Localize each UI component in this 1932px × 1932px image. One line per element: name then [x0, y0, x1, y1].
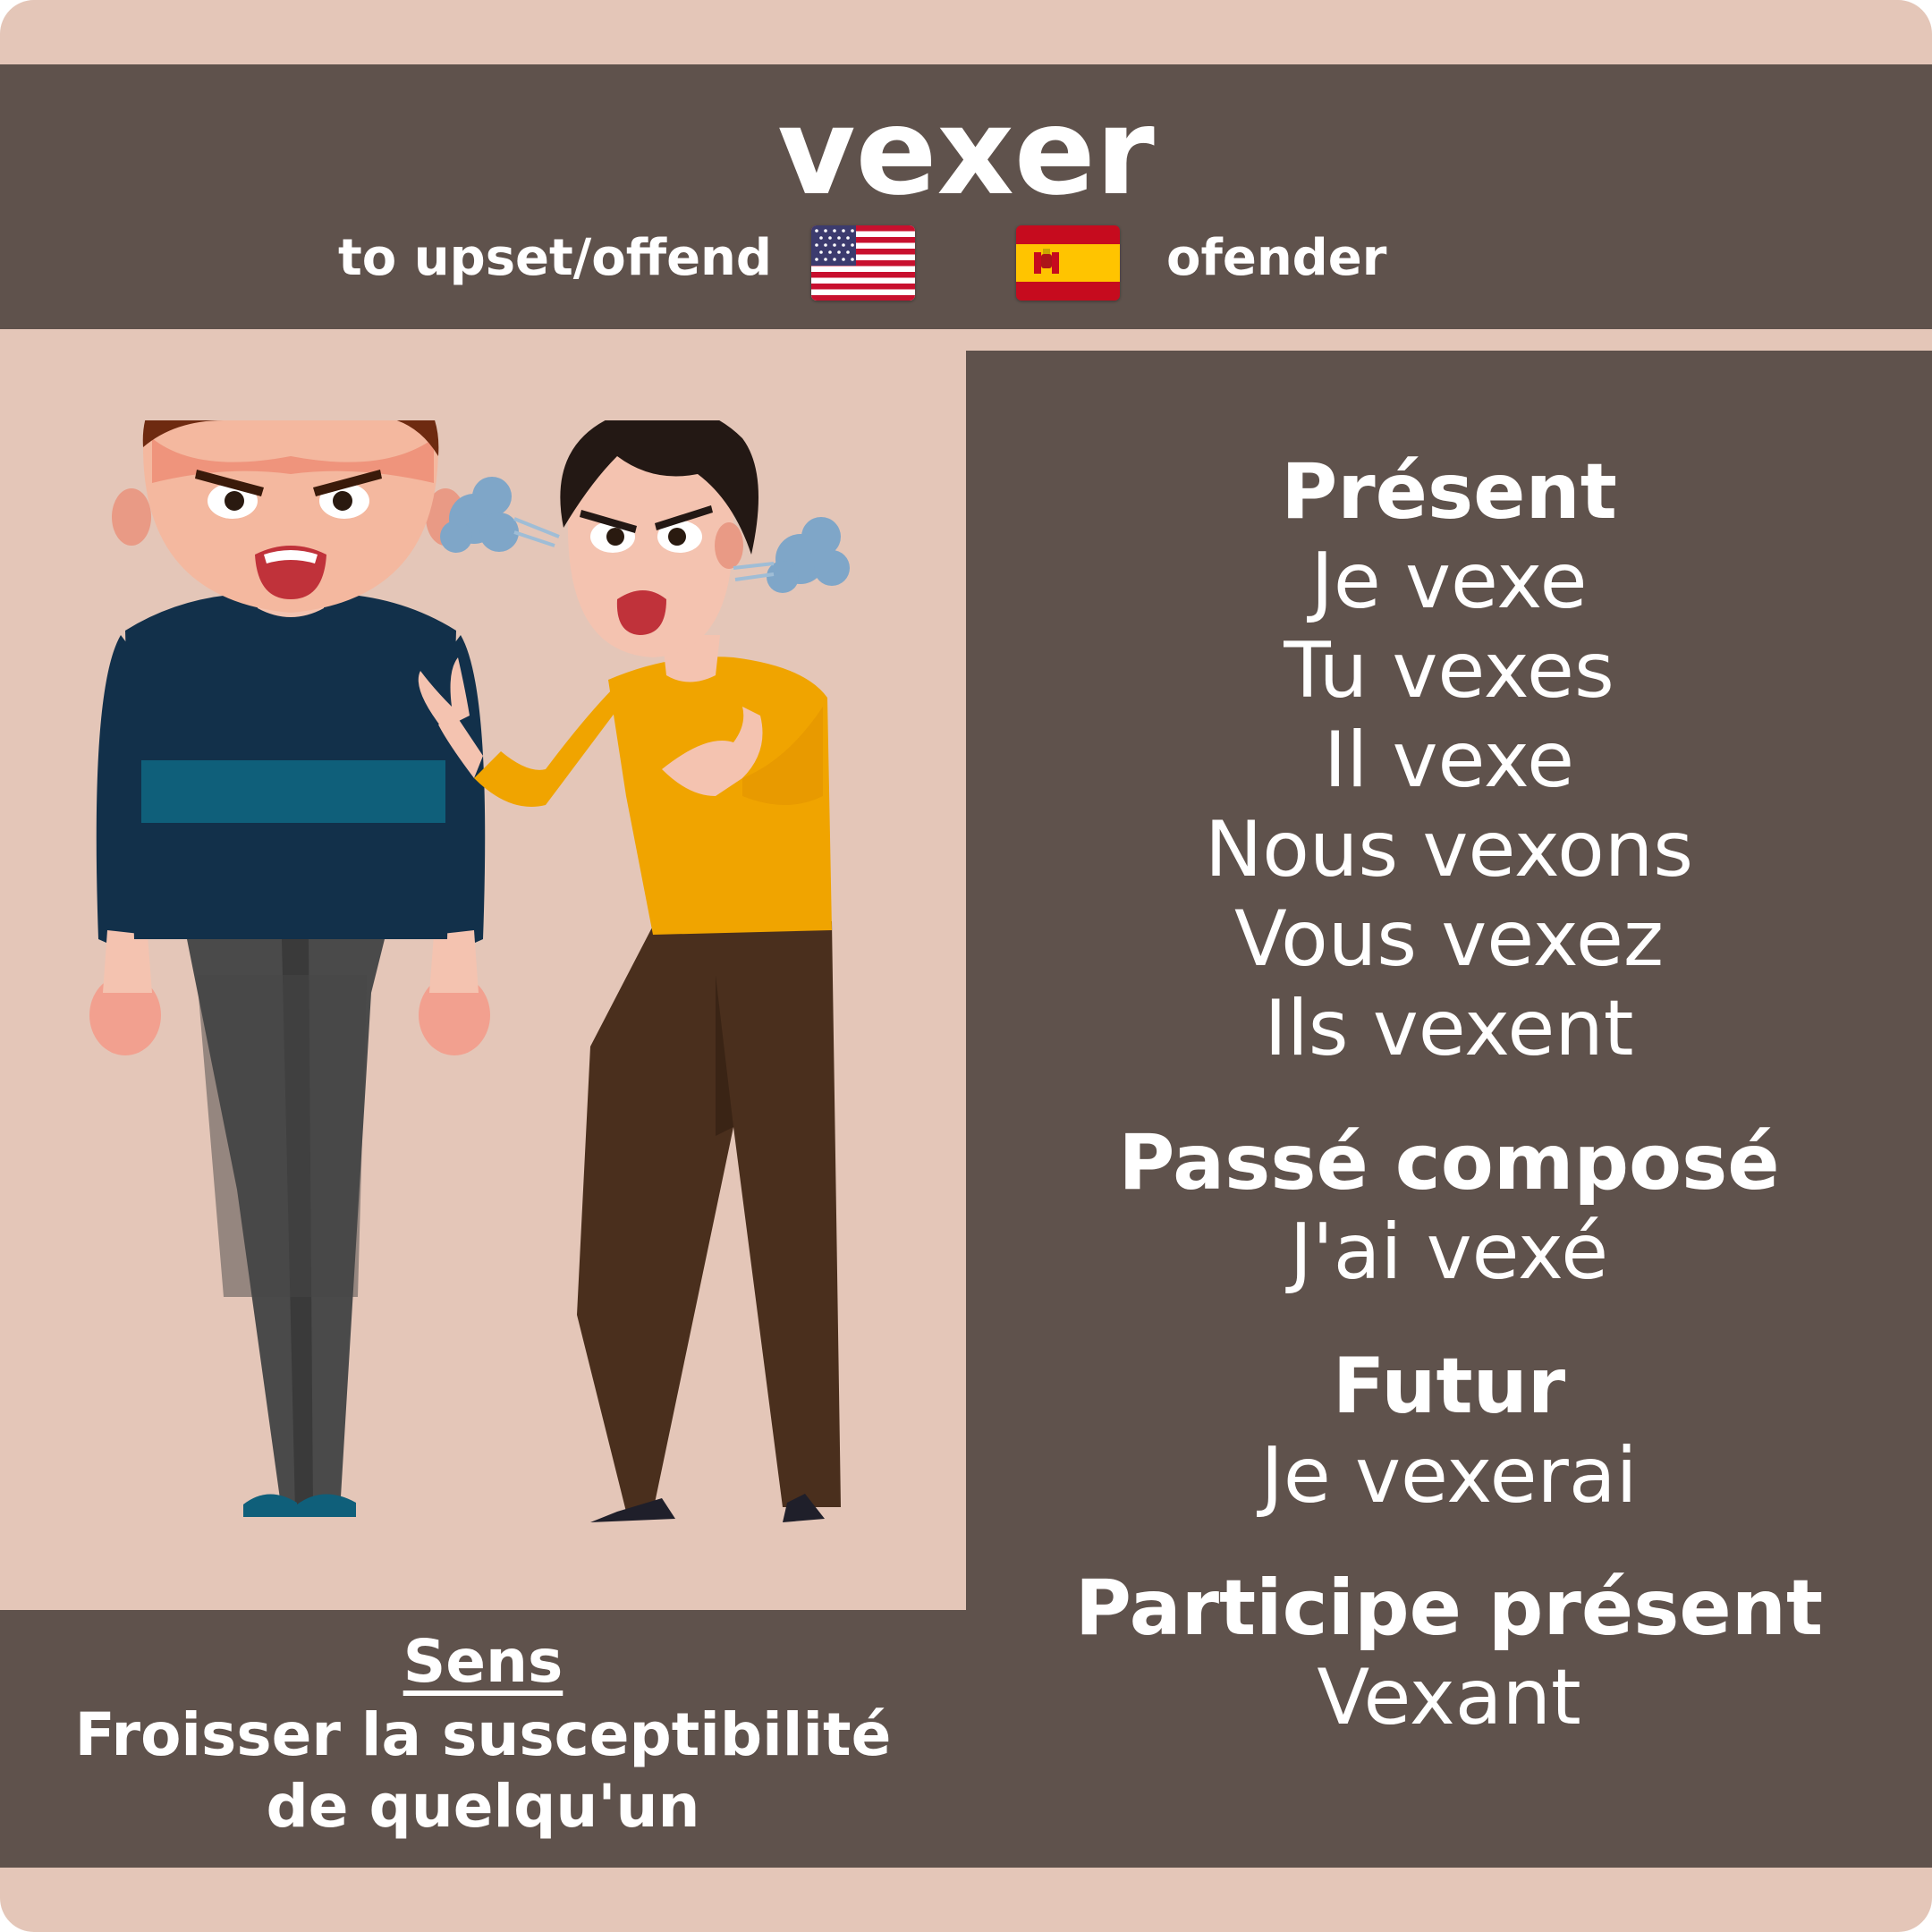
right-man-figure: [418, 420, 850, 1522]
present-form-vous: Vous vexez: [1233, 894, 1664, 984]
meaning-line-1: Froisser la susceptibilité: [74, 1700, 892, 1769]
verb-title: vexer: [777, 82, 1155, 222]
present-form-je: Je vexe: [1310, 537, 1588, 626]
english-translation: to upset/offend: [338, 229, 772, 287]
present-form-nous: Nous vexons: [1204, 805, 1694, 894]
us-flag-icon: [811, 225, 915, 301]
futur-form: Je vexerai: [1260, 1431, 1638, 1521]
meaning-line-2: de quelqu'un: [266, 1772, 700, 1841]
spain-flag-icon: [1016, 225, 1120, 301]
participe-present-heading: Participe présent: [1074, 1563, 1824, 1653]
present-form-ils: Ils vexent: [1264, 984, 1634, 1073]
passe-compose-form: J'ai vexé: [1289, 1208, 1609, 1297]
verb-card: vexer to upset/offend ofender Présent Je…: [0, 0, 1932, 1932]
meaning-heading: Sens: [402, 1627, 564, 1696]
participe-present-form: Vexant: [1317, 1653, 1581, 1742]
present-form-il: Il vexe: [1323, 716, 1575, 805]
spanish-translation: ofender: [1166, 229, 1387, 287]
present-heading: Présent: [1281, 447, 1617, 537]
futur-heading: Futur: [1332, 1342, 1566, 1431]
left-man-figure: [89, 420, 490, 1517]
present-form-tu: Tu vexes: [1284, 626, 1614, 716]
angry-men-illustration: [89, 420, 850, 1522]
passe-compose-heading: Passé composé: [1118, 1118, 1780, 1208]
